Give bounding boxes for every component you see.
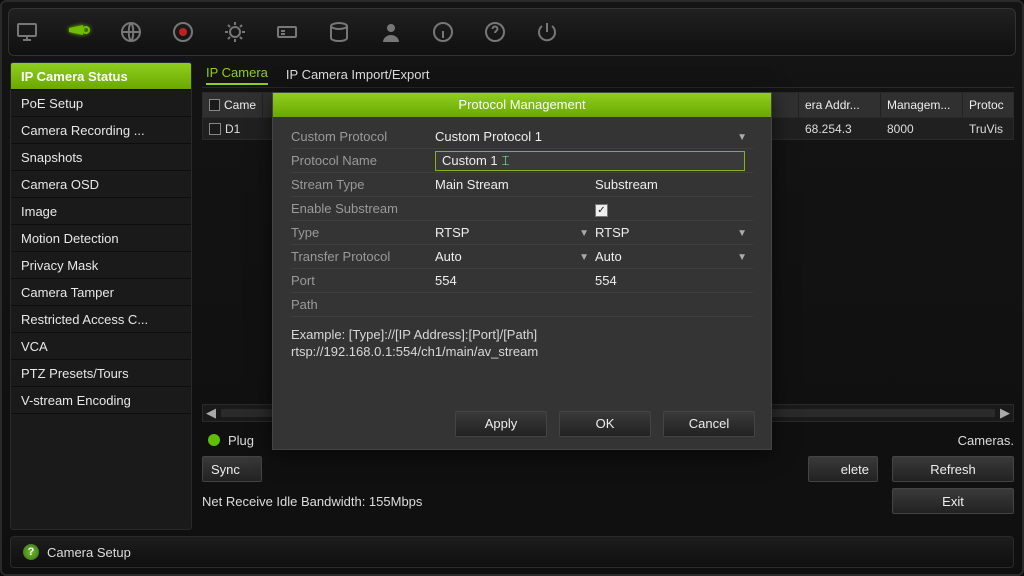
- sidebar-item-camera-tamper[interactable]: Camera Tamper: [11, 279, 191, 306]
- port-main-input[interactable]: 554: [435, 273, 595, 288]
- sidebar-item-snapshots[interactable]: Snapshots: [11, 144, 191, 171]
- td-management: 8000: [881, 122, 963, 136]
- footer-label: Camera Setup: [47, 545, 131, 560]
- scroll-left-icon[interactable]: ◀: [203, 405, 219, 421]
- chevron-down-icon: ▼: [737, 228, 747, 239]
- path-label: Path: [291, 297, 435, 312]
- th-management: Managem...: [881, 93, 963, 117]
- help-icon[interactable]: ?: [23, 544, 39, 560]
- sidebar-item-privacy-mask[interactable]: Privacy Mask: [11, 252, 191, 279]
- protocol-name-input[interactable]: Custom 1⌶: [435, 151, 745, 171]
- custom-protocol-label: Custom Protocol: [291, 129, 435, 144]
- select-row-checkbox[interactable]: [209, 123, 221, 135]
- alarm-icon[interactable]: [221, 18, 249, 46]
- type-main-select[interactable]: RTSP▼: [435, 225, 595, 240]
- select-all-checkbox[interactable]: [209, 99, 220, 111]
- tab-ip-camera[interactable]: IP Camera: [206, 65, 268, 85]
- chevron-down-icon: ▼: [579, 252, 589, 263]
- exit-button[interactable]: Exit: [892, 488, 1014, 514]
- td-addr: 68.254.3: [799, 122, 881, 136]
- sidebar-item-ptz-presets[interactable]: PTZ Presets/Tours: [11, 360, 191, 387]
- enable-substream-checkbox[interactable]: ✓: [595, 204, 608, 217]
- info-icon[interactable]: [429, 18, 457, 46]
- chevron-down-icon: ▼: [737, 132, 747, 143]
- record-icon[interactable]: [169, 18, 197, 46]
- chevron-down-icon: ▼: [579, 228, 589, 239]
- sidebar-item-ip-camera-status[interactable]: IP Camera Status: [11, 63, 191, 90]
- network-icon[interactable]: [117, 18, 145, 46]
- main-button-row: Sync elete Refresh: [202, 456, 1014, 482]
- transfer-protocol-label: Transfer Protocol: [291, 249, 435, 264]
- delete-button[interactable]: elete: [808, 456, 878, 482]
- transfer-main-select[interactable]: Auto▼: [435, 249, 595, 264]
- type-sub-select[interactable]: RTSP▼: [595, 225, 753, 240]
- stream-main-label: Main Stream: [435, 177, 595, 192]
- td-protocol: TruVis: [963, 122, 1013, 136]
- content-area: IP Camera IP Camera Import/Export Came e…: [192, 62, 1014, 530]
- example-text: Example: [Type]://[IP Address]:[Port]/[P…: [291, 317, 753, 391]
- main-area: IP Camera Status PoE Setup Camera Record…: [10, 62, 1014, 530]
- sidebar-item-motion-detection[interactable]: Motion Detection: [11, 225, 191, 252]
- sidebar-item-vstream-encoding[interactable]: V-stream Encoding: [11, 387, 191, 414]
- type-label: Type: [291, 225, 435, 240]
- sidebar-item-image[interactable]: Image: [11, 198, 191, 225]
- monitor-icon[interactable]: [13, 18, 41, 46]
- dialog-title: Protocol Management: [273, 93, 771, 117]
- enable-substream-label: Enable Substream: [291, 201, 435, 216]
- dialog-button-row: Apply OK Cancel: [273, 403, 771, 449]
- refresh-button[interactable]: Refresh: [892, 456, 1014, 482]
- stream-sub-label: Substream: [595, 177, 753, 192]
- td-camera: D1: [225, 122, 240, 136]
- cancel-button[interactable]: Cancel: [663, 411, 755, 437]
- chevron-down-icon: ▼: [737, 252, 747, 263]
- camera-icon[interactable]: [65, 18, 93, 46]
- port-label: Port: [291, 273, 435, 288]
- sidebar: IP Camera Status PoE Setup Camera Record…: [10, 62, 192, 530]
- custom-protocol-select[interactable]: Custom Protocol 1▼: [435, 129, 753, 144]
- status-dot-icon: [208, 434, 220, 446]
- transfer-sub-select[interactable]: Auto▼: [595, 249, 753, 264]
- th-camera-no: Came: [224, 98, 256, 112]
- sidebar-item-vca[interactable]: VCA: [11, 333, 191, 360]
- top-toolbar: [8, 8, 1016, 56]
- text-cursor-icon: ⌶: [502, 153, 510, 169]
- power-icon[interactable]: [533, 18, 561, 46]
- apply-button[interactable]: Apply: [455, 411, 547, 437]
- status-prefix: Plug: [228, 433, 254, 448]
- sidebar-item-camera-osd[interactable]: Camera OSD: [11, 171, 191, 198]
- device-icon[interactable]: [273, 18, 301, 46]
- user-icon[interactable]: [377, 18, 405, 46]
- ok-button[interactable]: OK: [559, 411, 651, 437]
- stream-type-label: Stream Type: [291, 177, 435, 192]
- th-protocol: Protoc: [963, 93, 1013, 117]
- status-suffix: Cameras.: [958, 433, 1014, 448]
- help-icon[interactable]: [481, 18, 509, 46]
- sidebar-item-camera-recording[interactable]: Camera Recording ...: [11, 117, 191, 144]
- th-addr: era Addr...: [799, 93, 881, 117]
- tab-ip-camera-import-export[interactable]: IP Camera Import/Export: [286, 67, 430, 82]
- sync-button[interactable]: Sync: [202, 456, 262, 482]
- hdd-icon[interactable]: [325, 18, 353, 46]
- protocol-management-dialog: Protocol Management Custom Protocol Cust…: [272, 92, 772, 450]
- protocol-name-label: Protocol Name: [291, 153, 435, 168]
- footer-bar: ? Camera Setup: [10, 536, 1014, 568]
- scroll-right-icon[interactable]: ▶: [997, 405, 1013, 421]
- sidebar-item-poe-setup[interactable]: PoE Setup: [11, 90, 191, 117]
- sidebar-item-restricted-access[interactable]: Restricted Access C...: [11, 306, 191, 333]
- port-sub-input[interactable]: 554: [595, 273, 753, 288]
- bandwidth-label: Net Receive Idle Bandwidth: 155Mbps: [202, 494, 422, 509]
- content-tabs: IP Camera IP Camera Import/Export: [202, 62, 1014, 88]
